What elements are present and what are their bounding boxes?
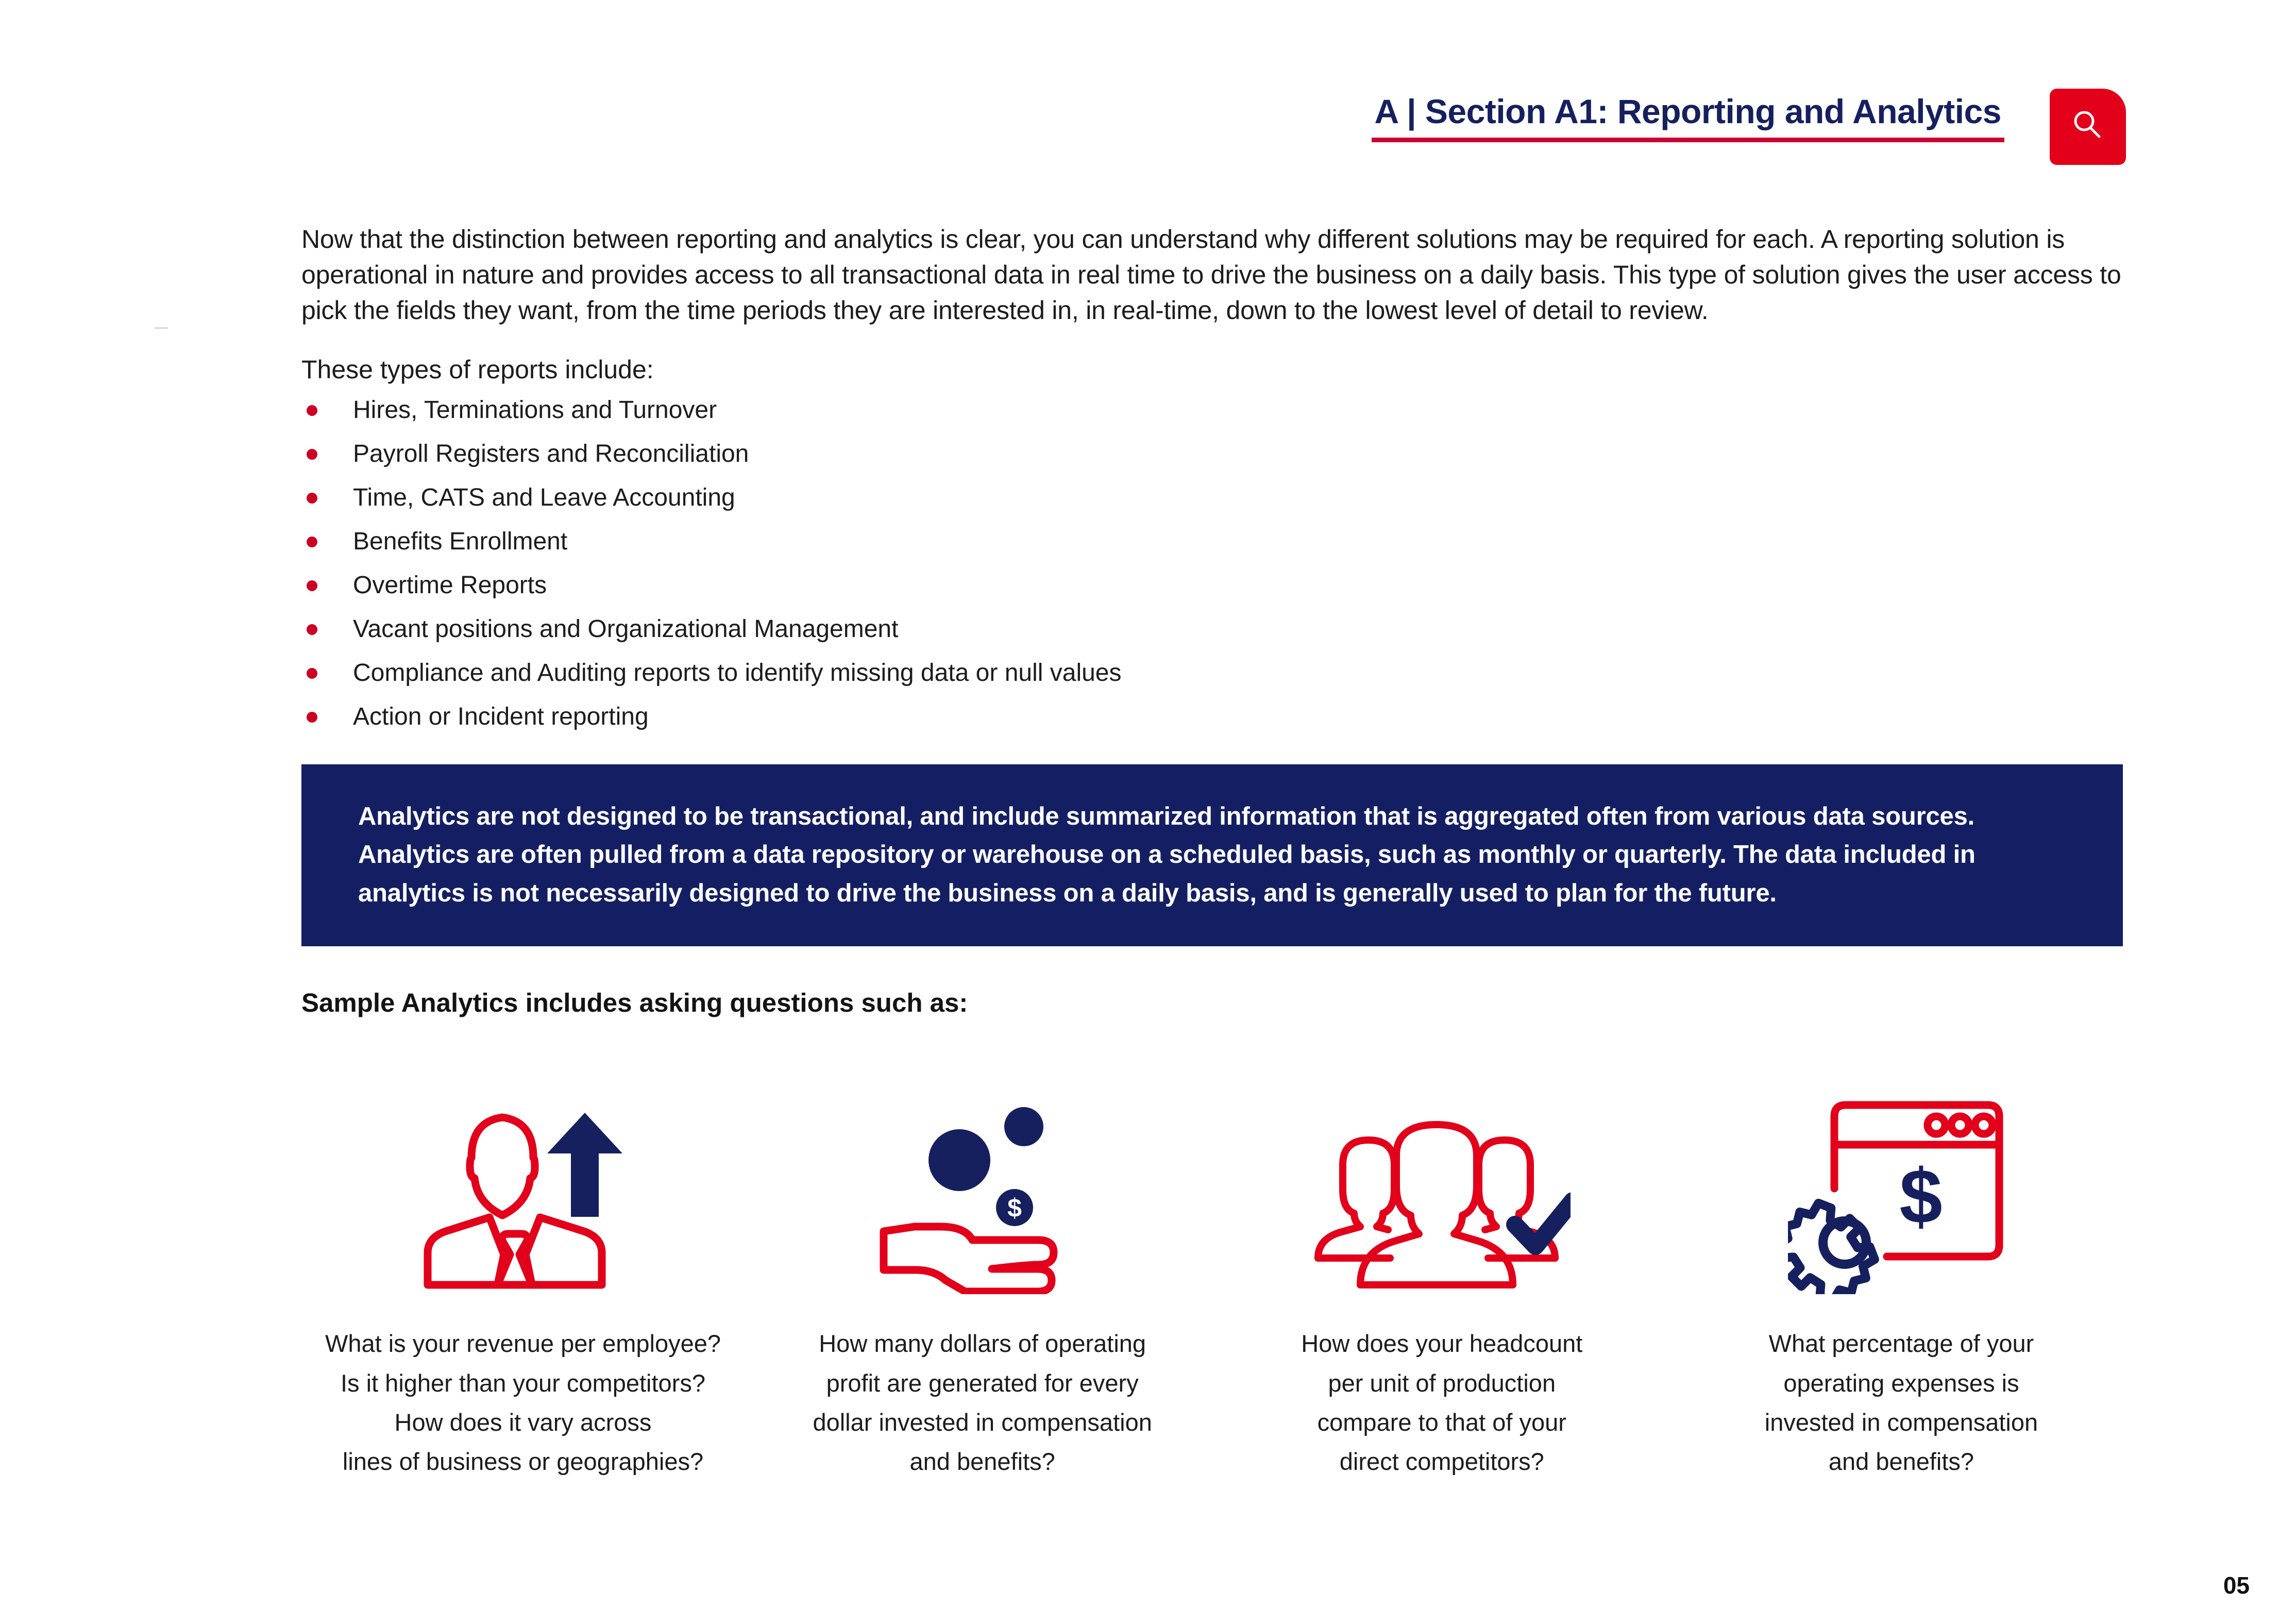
- list-item: Benefits Enrollment: [301, 529, 2123, 554]
- list-item-label: Benefits Enrollment: [353, 528, 568, 555]
- svg-text:$: $: [1899, 1153, 1942, 1240]
- analytics-question-caption: What is your revenue per employee? Is it…: [325, 1330, 721, 1475]
- margin-mark: [155, 327, 168, 329]
- people-group-check-icon: [1313, 1067, 1571, 1294]
- bullet-dot-icon: [307, 537, 317, 547]
- bullet-dot-icon: [307, 712, 317, 723]
- analytics-callout-box: Analytics are not designed to be transac…: [301, 764, 2123, 947]
- header-title-block: A | Section A1: Reporting and Analytics: [1371, 92, 2004, 142]
- list-item: Time, CATS and Leave Accounting: [301, 485, 2123, 510]
- header-underline-rule: [1371, 137, 2004, 142]
- analytics-question-caption: How many dollars of operating profit are…: [813, 1330, 1152, 1475]
- page-number: 05: [2223, 1572, 2250, 1599]
- report-types-list: Hires, Terminations and Turnover Payroll…: [301, 398, 2123, 729]
- list-item-label: Vacant positions and Organizational Mana…: [353, 615, 899, 643]
- page-title: A | Section A1: Reporting and Analytics: [1374, 92, 2002, 130]
- list-item-label: Hires, Terminations and Turnover: [353, 396, 717, 424]
- list-item: Payroll Registers and Reconciliation: [301, 442, 2123, 466]
- callout-text: Analytics are not designed to be transac…: [358, 802, 1976, 907]
- employee-revenue-growth-icon: [415, 1067, 631, 1294]
- sample-analytics-heading: Sample Analytics includes asking questio…: [301, 988, 968, 1018]
- svg-text:$: $: [1007, 1194, 1022, 1223]
- search-button[interactable]: [2050, 89, 2126, 165]
- bullet-dot-icon: [307, 668, 317, 679]
- bullet-dot-icon: [307, 580, 317, 591]
- list-item: Overtime Reports: [301, 573, 2123, 598]
- analytics-question-caption: What percentage of your operating expens…: [1764, 1330, 2038, 1475]
- bullet-dot-icon: [307, 405, 317, 416]
- analytics-question-card: What is your revenue per employee? Is it…: [301, 1067, 745, 1481]
- intro-paragraph: Now that the distinction between reporti…: [301, 225, 2121, 325]
- list-item-label: Time, CATS and Leave Accounting: [353, 484, 735, 511]
- list-lead-in: These types of reports include:: [301, 355, 654, 384]
- page-header: A | Section A1: Reporting and Analytics: [1371, 89, 2126, 165]
- analytics-question-caption: How does your headcount per unit of prod…: [1301, 1330, 1583, 1475]
- page-content: Now that the distinction between reporti…: [301, 222, 2123, 1481]
- analytics-question-card: $ How many dollars of operating profit a…: [761, 1067, 1204, 1481]
- list-item-label: Payroll Registers and Reconciliation: [353, 440, 749, 467]
- list-item: Hires, Terminations and Turnover: [301, 398, 2123, 423]
- list-item-label: Compliance and Auditing reports to ident…: [353, 659, 1122, 687]
- analytics-question-card: $ What percentage of your operating expe…: [1680, 1067, 2123, 1481]
- list-item-label: Action or Incident reporting: [353, 703, 649, 730]
- hand-with-coins-icon: $: [874, 1067, 1091, 1295]
- bullet-dot-icon: [307, 449, 317, 460]
- list-item: Vacant positions and Organizational Mana…: [301, 617, 2123, 642]
- sample-analytics-grid: What is your revenue per employee? Is it…: [301, 1067, 2123, 1481]
- analytics-question-card: How does your headcount per unit of prod…: [1220, 1067, 1663, 1481]
- bullet-dot-icon: [307, 624, 317, 635]
- list-item-label: Overtime Reports: [353, 572, 547, 599]
- list-item: Action or Incident reporting: [301, 705, 2123, 729]
- browser-dollar-gear-icon: $: [1787, 1067, 2015, 1295]
- list-item: Compliance and Auditing reports to ident…: [301, 661, 2123, 685]
- search-icon: [2069, 107, 2107, 147]
- bullet-dot-icon: [307, 493, 317, 504]
